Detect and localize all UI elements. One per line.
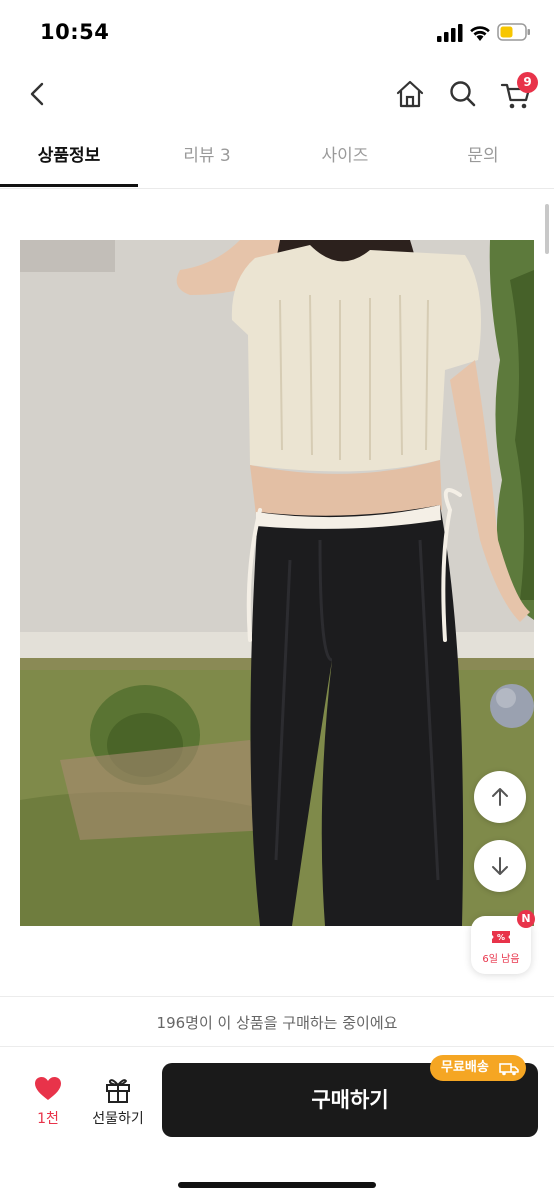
active-tab-indicator xyxy=(0,184,138,187)
gift-button[interactable]: 선물하기 xyxy=(84,1070,152,1132)
like-count: 1천 xyxy=(37,1111,59,1127)
battery-icon xyxy=(497,23,530,41)
gift-label: 선물하기 xyxy=(92,1111,144,1127)
cart-count-badge: 9 xyxy=(517,72,538,93)
new-badge: N xyxy=(517,910,535,928)
status-time: 10:54 xyxy=(40,20,110,44)
arrow-up-icon xyxy=(492,788,508,806)
home-icon[interactable] xyxy=(392,76,428,112)
svg-text:%: % xyxy=(497,933,505,942)
tab-reviews[interactable]: 리뷰 3 xyxy=(138,126,276,186)
coupon-icon: % xyxy=(492,931,510,943)
scroll-up-button[interactable] xyxy=(474,771,526,823)
purchase-notice: 196명이 이 상품을 구매하는 중이에요 xyxy=(0,1000,554,1047)
home-indicator xyxy=(178,1182,376,1188)
wifi-icon xyxy=(470,26,490,41)
product-tabs: 상품정보 리뷰 3 사이즈 문의 xyxy=(0,126,554,189)
scroll-down-button[interactable] xyxy=(474,840,526,892)
arrow-down-icon xyxy=(492,857,508,875)
search-icon[interactable] xyxy=(445,76,481,112)
scrollbar[interactable] xyxy=(545,204,549,254)
like-button[interactable]: 1천 xyxy=(22,1070,74,1132)
chevron-left-icon[interactable] xyxy=(20,76,56,112)
truck-icon xyxy=(499,1063,519,1076)
heart-icon xyxy=(35,1077,61,1100)
product-photo xyxy=(20,240,534,926)
signal-icon xyxy=(437,24,463,42)
gift-icon xyxy=(106,1079,130,1103)
tab-inquiry[interactable]: 문의 xyxy=(414,126,552,186)
free-shipping-label: 무료배송 xyxy=(441,1060,489,1075)
divider xyxy=(0,996,554,997)
coupon-remaining-label: 6일 남음 xyxy=(482,954,520,965)
tab-size[interactable]: 사이즈 xyxy=(276,126,414,186)
status-bar: 10:54 xyxy=(0,0,554,64)
tab-product-info[interactable]: 상품정보 xyxy=(0,126,138,186)
top-app-bar: 9 xyxy=(0,64,554,124)
